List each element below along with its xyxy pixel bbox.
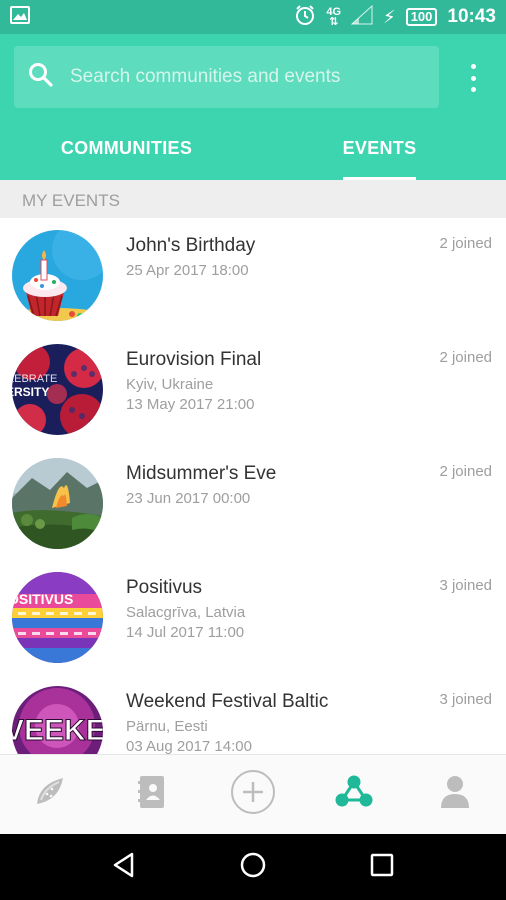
overflow-menu-icon[interactable] [462, 64, 484, 92]
tab-communities[interactable]: COMMUNITIES [0, 126, 253, 180]
recent-apps-button[interactable] [357, 842, 407, 892]
events-list: John's Birthday 25 Apr 2017 18:00 2 join… [0, 218, 506, 754]
search-input[interactable] [70, 66, 420, 88]
event-joined-count: 3 joined [439, 577, 492, 594]
svg-text:LEBRATE: LEBRATE [12, 373, 57, 385]
event-row[interactable]: OSITIVUS Positivus Salacgrīva, Latvia 14… [0, 560, 506, 674]
tab-events[interactable]: EVENTS [253, 126, 506, 180]
event-title: Midsummer's Eve [126, 463, 277, 484]
back-triangle-icon [110, 851, 138, 884]
midsummer-landscape-image [12, 458, 103, 549]
event-row[interactable]: Midsummer's Eve 23 Jun 2017 00:00 2 join… [0, 446, 506, 560]
birthday-cupcake-image [12, 230, 103, 321]
event-row[interactable]: VEEKEN Weekend Festival Baltic Pärnu, Ee… [0, 674, 506, 754]
event-title: Weekend Festival Baltic [126, 691, 329, 712]
recents-square-icon [369, 852, 395, 883]
status-bar: 4G ⇅ ⚡ 100 10:43 [0, 0, 506, 34]
event-row[interactable]: John's Birthday 25 Apr 2017 18:00 2 join… [0, 218, 506, 332]
eurovision-logo-image: LEBRATE ERSITY [12, 344, 103, 435]
nav-item-create[interactable] [202, 755, 303, 835]
event-location: Kyiv, Ukraine [126, 376, 214, 393]
event-title: John's Birthday [126, 235, 256, 256]
gallery-notification-icon [10, 5, 30, 29]
event-joined-count: 2 joined [439, 349, 492, 366]
contacts-book-icon [136, 774, 168, 815]
positivus-poster-image: OSITIVUS [12, 572, 103, 663]
nav-item-contacts[interactable] [101, 755, 202, 835]
add-circle-icon [230, 769, 276, 820]
network-type: 4G ⇅ [326, 6, 342, 28]
app-bar: COMMUNITIES EVENTS [0, 34, 506, 180]
bottom-navigation [0, 754, 506, 834]
event-location: Salacgrīva, Latvia [126, 604, 246, 621]
nav-item-communities[interactable] [304, 755, 405, 835]
nav-item-feed[interactable] [0, 755, 101, 835]
svg-text:ERSITY: ERSITY [12, 385, 49, 399]
search-bar[interactable] [14, 46, 439, 108]
alarm-icon [294, 4, 316, 31]
event-date: 25 Apr 2017 18:00 [126, 262, 249, 279]
event-row[interactable]: LEBRATE ERSITY Eurovision Final Kyiv, Uk… [0, 332, 506, 446]
event-title: Positivus [126, 577, 203, 598]
section-header-my-events: MY EVENTS [0, 180, 506, 218]
back-button[interactable] [99, 842, 149, 892]
event-date: 14 Jul 2017 11:00 [126, 624, 245, 641]
svg-text:VEEKEN: VEEKEN [12, 714, 103, 747]
signal-icon [350, 4, 373, 30]
event-joined-count: 3 joined [439, 691, 492, 708]
event-joined-count: 2 joined [439, 463, 492, 480]
event-date: 23 Jun 2017 00:00 [126, 490, 251, 507]
profile-icon [439, 774, 471, 815]
home-button[interactable] [228, 842, 278, 892]
weekend-festival-poster-image: VEEKEN [12, 686, 103, 754]
nav-item-profile[interactable] [405, 755, 506, 835]
event-location: Pärnu, Eesti [126, 718, 208, 735]
charging-icon: ⚡ [383, 6, 396, 27]
watermelon-icon [33, 774, 69, 815]
svg-text:OSITIVUS: OSITIVUS [12, 591, 73, 607]
community-network-icon [334, 774, 374, 815]
event-date: 03 Aug 2017 14:00 [126, 738, 252, 754]
tab-bar: COMMUNITIES EVENTS [0, 126, 506, 180]
event-date: 13 May 2017 21:00 [126, 396, 255, 413]
system-navigation-bar [0, 834, 506, 900]
clock: 10:43 [447, 6, 496, 27]
event-joined-count: 2 joined [439, 235, 492, 252]
event-title: Eurovision Final [126, 349, 262, 370]
home-circle-icon [239, 851, 267, 884]
search-icon[interactable] [28, 62, 54, 93]
battery-indicator: 100 [405, 8, 438, 26]
